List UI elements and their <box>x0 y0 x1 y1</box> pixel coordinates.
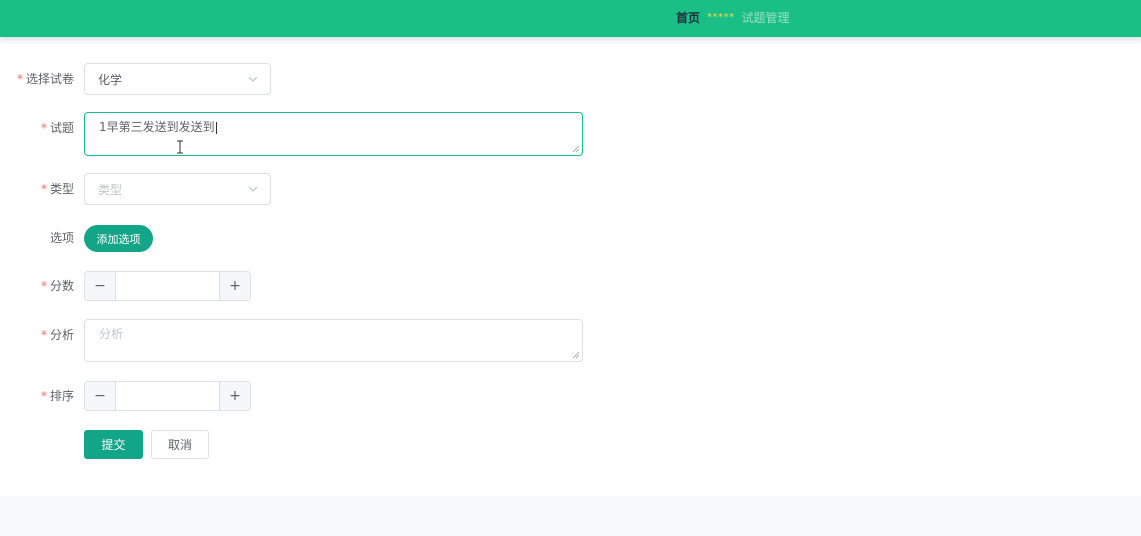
question-text: 1早第三发送到发送到 <box>99 120 215 134</box>
options-label: 选项 <box>49 231 74 245</box>
question-label: * 试题 <box>40 121 74 135</box>
top-header: 首页 ***** 试题管理 <box>0 0 1141 37</box>
analysis-label: * 分析 <box>40 328 74 342</box>
resize-handle-icon[interactable] <box>572 145 580 153</box>
required-mark: * <box>40 389 47 403</box>
resize-handle-icon[interactable] <box>572 351 580 359</box>
type-label: * 类型 <box>40 182 74 196</box>
chevron-down-icon <box>248 76 258 82</box>
analysis-placeholder: 分析 <box>99 327 124 341</box>
paper-select-value: 化学 <box>98 72 123 87</box>
text-cursor-icon <box>177 140 183 154</box>
required-mark: * <box>16 72 23 86</box>
breadcrumb-home[interactable]: 首页 <box>676 9 700 26</box>
score-input[interactable] <box>116 272 219 300</box>
type-select[interactable]: 类型 <box>84 173 271 205</box>
question-textarea[interactable]: 1早第三发送到发送到 <box>84 112 583 156</box>
breadcrumb-current: 试题管理 <box>741 10 790 25</box>
required-mark: * <box>40 121 47 135</box>
score-stepper: − + <box>84 271 251 301</box>
chevron-down-icon <box>248 186 258 192</box>
analysis-textarea[interactable]: 分析 <box>84 319 583 362</box>
paper-label: * 选择试卷 <box>16 72 74 86</box>
order-stepper: − + <box>84 381 251 411</box>
order-label: * 排序 <box>40 389 74 403</box>
score-increment-button[interactable]: + <box>219 272 250 300</box>
paper-select[interactable]: 化学 <box>84 63 271 95</box>
score-decrement-button[interactable]: − <box>85 272 116 300</box>
order-increment-button[interactable]: + <box>219 382 250 410</box>
breadcrumb-separator: ***** <box>707 11 735 23</box>
form-panel: * 选择试卷 化学 * 试题 1早第三发送到发送到 * 类型 类型 选项 添加选项 *… <box>0 44 1141 496</box>
cancel-button[interactable]: 取消 <box>151 430 209 459</box>
required-mark: * <box>40 328 47 342</box>
score-label: * 分数 <box>40 279 74 293</box>
order-input[interactable] <box>116 382 219 410</box>
submit-button[interactable]: 提交 <box>84 430 143 459</box>
type-select-placeholder: 类型 <box>98 182 123 197</box>
breadcrumb: 首页 ***** 试题管理 <box>676 9 790 26</box>
text-caret <box>215 121 217 134</box>
order-decrement-button[interactable]: − <box>85 382 116 410</box>
required-mark: * <box>40 182 47 196</box>
add-option-button[interactable]: 添加选项 <box>84 225 153 252</box>
required-mark: * <box>40 279 47 293</box>
